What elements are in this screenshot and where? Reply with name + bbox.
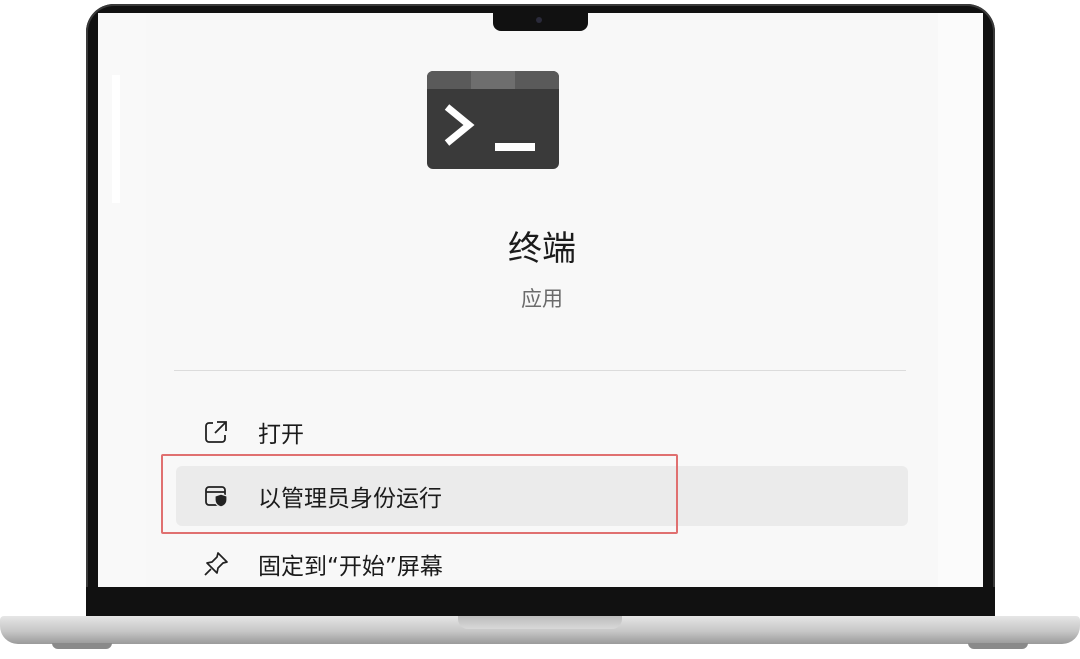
laptop-base-notch [458,616,622,629]
terminal-icon-tabbar [427,71,559,89]
app-type-label: 应用 [521,287,563,311]
laptop-foot-right [968,643,1028,649]
laptop-foot-left [52,643,112,649]
menu-item-pin-to-start[interactable]: 固定到“开始”屏幕 [176,534,908,587]
pin-icon [204,552,228,576]
background-window-right [938,13,983,587]
menu-item-label: 打开 [258,422,304,448]
annotation-highlight-box [161,454,678,534]
open-external-icon [205,421,227,443]
divider [174,370,906,371]
background-scrollbar [112,75,120,203]
camera-icon [536,17,542,23]
terminal-icon [427,71,559,169]
menu-item-label: 固定到“开始”屏幕 [258,554,443,580]
menu-item-open[interactable]: 打开 [176,402,908,462]
app-title: 终端 [508,229,576,269]
background-window-left [98,13,146,587]
laptop-bottom-bezel [86,587,995,616]
